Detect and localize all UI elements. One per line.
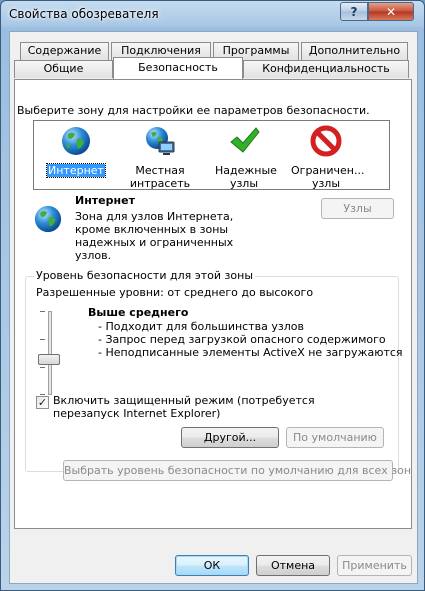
globe-icon	[62, 127, 90, 155]
zone-restricted-sites[interactable]: Ограничен... узлы	[290, 123, 365, 190]
zone-select-prompt: Выберите зону для настройки ее параметро…	[17, 104, 370, 117]
tab-general[interactable]: Общие	[14, 60, 113, 78]
title-bar[interactable]: Свойства обозревателя ? ✕	[1, 1, 424, 29]
slider-tick	[40, 367, 45, 368]
zone-label: Ограничен... узлы	[291, 164, 365, 190]
selected-zone-globe-icon	[34, 205, 62, 233]
apply-button[interactable]: Применить	[337, 555, 412, 576]
slider-track	[48, 311, 52, 395]
tab-content[interactable]: Содержание	[20, 42, 109, 60]
reset-all-zones-button[interactable]: Выбрать уровень безопасности по умолчани…	[63, 460, 411, 481]
default-level-button[interactable]: По умолчанию	[286, 427, 384, 448]
window-title: Свойства обозревателя	[9, 7, 159, 21]
level-name: Выше среднего	[88, 306, 189, 319]
tab-privacy[interactable]: Конфиденциальность	[243, 60, 409, 78]
protected-mode-checkbox[interactable]: ✓	[36, 396, 49, 409]
ok-button[interactable]: ОК	[175, 555, 249, 576]
zone-label: Интернет	[46, 163, 106, 178]
zone-list: Интернет Местная интрасеть Надежные узлы	[33, 120, 390, 190]
slider-tick	[40, 311, 45, 312]
intranet-icon	[146, 127, 175, 155]
zone-trusted-sites[interactable]: Надежные узлы	[208, 123, 280, 190]
zone-label: Местная интрасеть	[129, 164, 191, 190]
check-icon: ✓	[37, 396, 48, 409]
allowed-levels: Разрешенные уровни: от среднего до высок…	[36, 286, 314, 299]
restricted-icon	[310, 125, 342, 157]
zone-description: Зона для узлов Интернета, кроме включенн…	[75, 210, 234, 262]
sites-button[interactable]: Узлы	[321, 198, 394, 219]
zone-label: Надежные узлы	[215, 164, 277, 190]
close-button[interactable]: ✕	[368, 2, 414, 21]
help-icon: ?	[350, 4, 358, 19]
level-bullet: - Неподписанные элементы ActiveX не загр…	[98, 346, 403, 359]
custom-level-button[interactable]: Другой...	[181, 427, 279, 448]
protected-mode-label: Включить защищенный режим (потребуется п…	[53, 394, 315, 420]
cancel-button[interactable]: Отмена	[256, 555, 330, 576]
slider-tick	[40, 394, 45, 395]
close-icon: ✕	[385, 4, 397, 19]
level-bullet: - Подходит для большинства узлов	[98, 320, 304, 333]
security-level-slider[interactable]	[26, 277, 76, 407]
zone-name: Интернет	[75, 194, 135, 207]
panel-content: Выберите зону для настройки ее параметро…	[13, 78, 411, 528]
zone-local-intranet[interactable]: Местная интрасеть	[124, 123, 196, 190]
slider-tick	[40, 339, 45, 340]
tab-advanced[interactable]: Дополнительно	[301, 42, 408, 60]
help-button[interactable]: ?	[340, 2, 368, 21]
level-bullet: - Запрос перед загрузкой опасного содерж…	[98, 333, 386, 346]
zone-internet[interactable]: Интернет	[40, 123, 112, 178]
slider-thumb[interactable]	[38, 354, 60, 366]
security-level-group: Уровень безопасности для этой зоны Разре…	[25, 269, 403, 472]
checkmark-icon	[230, 127, 260, 153]
tab-security[interactable]: Безопасность	[113, 57, 243, 79]
